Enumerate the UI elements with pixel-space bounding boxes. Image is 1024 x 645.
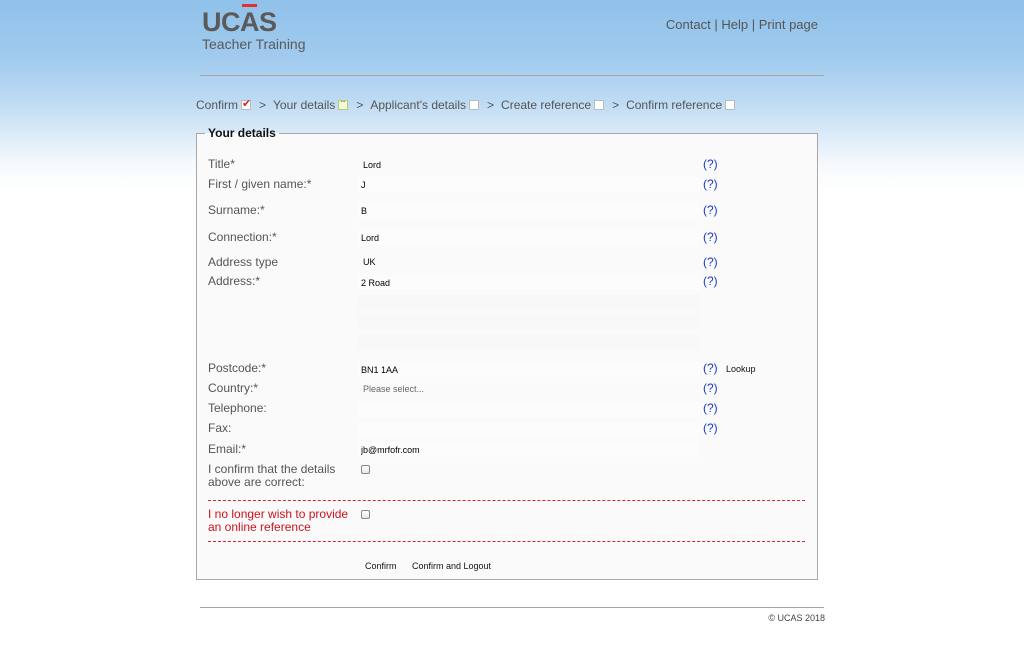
address-line-1-field[interactable] [358,275,700,290]
breadcrumb-step-confirm-reference: Confirm reference [626,98,723,112]
step-done-icon [241,97,251,110]
breadcrumb-step-your-details: Your details [273,98,336,112]
breadcrumb-step-create-reference: Create reference [501,98,592,112]
logo-subtitle: Teacher Training [202,36,306,52]
print-page-link[interactable]: Print page [759,17,818,32]
ucas-logo: UC A S Teacher Training [202,4,306,52]
step-pending-icon [594,100,605,110]
panel-title: Your details [208,126,276,140]
email-field[interactable] [358,442,700,457]
first-name-label: First / given name:* [208,177,312,191]
country-label: Country:* [208,381,259,395]
telephone-field[interactable] [358,402,700,417]
confirm-details-checkbox[interactable] [361,465,370,474]
address-help-link[interactable]: (?) [703,275,718,288]
breadcrumb-step-confirm[interactable]: Confirm [196,98,238,112]
title-label: Title* [208,157,235,171]
confirm-and-logout-button[interactable]: Confirm and Logout [412,561,491,571]
surname-field[interactable] [358,203,700,218]
breadcrumb-separator: > [612,98,620,112]
step-current-icon [338,94,349,110]
dashed-divider [208,541,805,542]
breadcrumb-separator: > [487,98,495,112]
telephone-help-link[interactable]: (?) [703,402,718,415]
address-label: Address:* [208,274,261,288]
link-separator: | [751,17,756,32]
breadcrumb-separator: > [259,98,267,112]
address-type-select[interactable]: UK [358,255,700,270]
title-select[interactable]: Lord [358,158,700,173]
decline-reference-checkbox[interactable] [361,510,370,519]
address-line-3-field[interactable] [358,315,700,330]
first-name-field[interactable] [358,177,700,192]
address-type-help-link[interactable]: (?) [703,256,718,269]
address-line-4-field[interactable] [358,335,700,350]
postcode-lookup-button[interactable]: Lookup [726,364,756,374]
country-select[interactable]: Please select... [358,382,700,397]
connection-label: Connection:* [208,230,277,244]
copyright-text: © UCAS 2018 [768,613,825,623]
surname-label: Surname:* [208,203,265,217]
postcode-help-link[interactable]: (?) [703,362,718,375]
country-help-link[interactable]: (?) [703,382,718,395]
surname-help-link[interactable]: (?) [703,204,718,217]
contact-link[interactable]: Contact [666,17,711,32]
address-type-label: Address type [208,255,279,269]
fax-field[interactable] [358,422,700,437]
breadcrumb-separator: > [356,98,364,112]
breadcrumb: Confirm > Your details > Applicant's det… [196,94,736,112]
header-divider [200,75,824,76]
postcode-label: Postcode:* [208,361,267,375]
first-name-help-link[interactable]: (?) [703,178,718,191]
connection-help-link[interactable]: (?) [703,231,718,244]
footer-divider [200,607,824,608]
decline-reference-label: I no longer wish to provide an online re… [208,507,349,534]
title-help-link[interactable]: (?) [703,158,718,171]
link-separator: | [714,17,718,32]
connection-field[interactable] [358,230,700,245]
telephone-label: Telephone: [208,401,267,415]
fax-help-link[interactable]: (?) [703,422,718,435]
step-pending-icon [725,100,736,110]
confirm-button[interactable]: Confirm [365,561,397,571]
email-label: Email:* [208,442,247,456]
address-line-2-field[interactable] [358,295,700,310]
top-links: Contact | Help | Print page [666,17,818,32]
confirm-details-label: I confirm that the details above are cor… [208,462,336,489]
step-pending-icon [469,100,480,110]
fax-label: Fax: [208,421,232,435]
logo-wordmark: UC A S [202,4,277,37]
breadcrumb-step-applicants-details: Applicant's details [370,98,467,112]
dashed-divider [208,500,805,501]
postcode-field[interactable] [358,362,700,377]
help-link[interactable]: Help [721,17,748,32]
